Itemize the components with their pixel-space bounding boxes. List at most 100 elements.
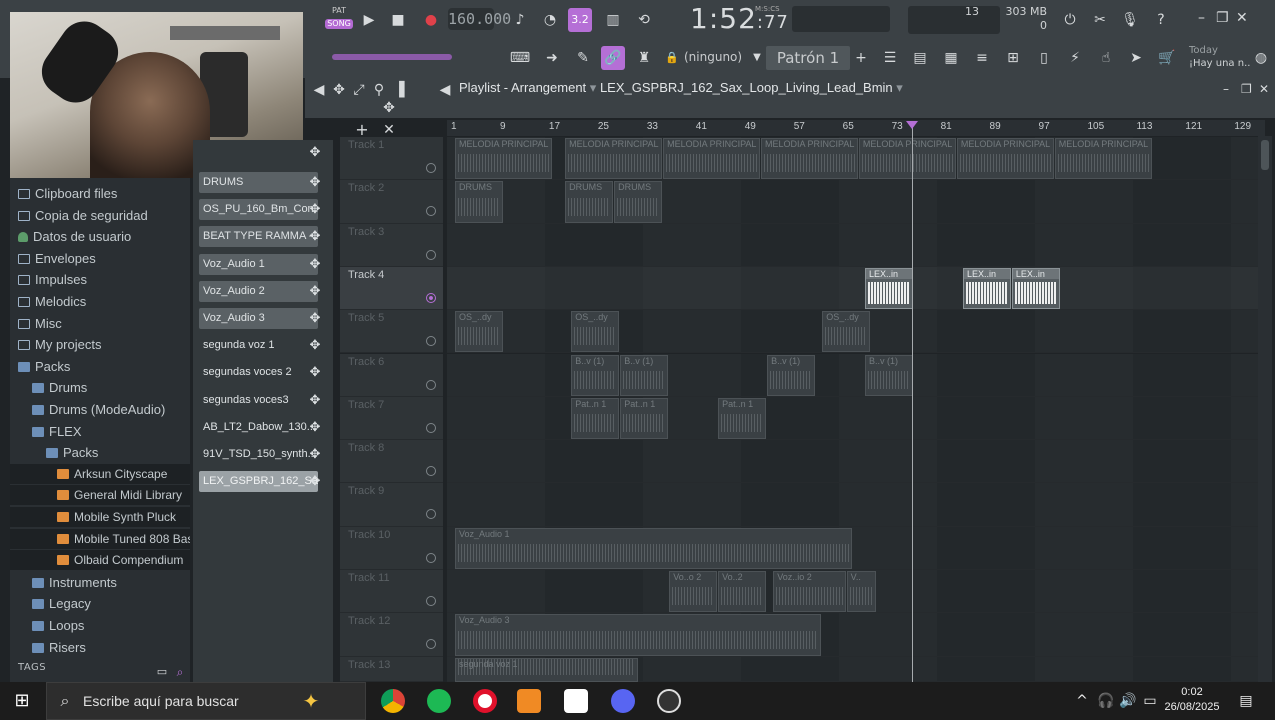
playlist-clip[interactable]: B..v (1) — [767, 354, 816, 396]
countdown-icon[interactable]: 3.2 — [568, 8, 592, 32]
picker-item[interactable]: Voz_Audio 2 — [199, 280, 318, 302]
drag-handle-icon[interactable]: ✥ — [305, 417, 325, 438]
track-header[interactable]: Track 13 — [340, 656, 443, 693]
playlist-clip[interactable]: LEX..in — [962, 267, 1011, 310]
channel-rack-icon[interactable]: ▦ — [939, 46, 963, 70]
playlist-clip[interactable]: MELODIA PRINCIPAL — [663, 138, 760, 180]
plugin-icon[interactable]: ⚡ — [1063, 46, 1087, 70]
cart-icon[interactable]: 🛒 — [1155, 46, 1179, 70]
drag-handle-icon[interactable]: ✥ — [305, 471, 325, 492]
globe-icon[interactable]: ◍ — [1249, 46, 1273, 70]
track-lane[interactable] — [447, 223, 1265, 267]
track-header[interactable]: Track 2 — [340, 180, 443, 224]
pencil-icon[interactable]: ✎ — [571, 46, 595, 70]
track-header[interactable]: Track 11 — [340, 570, 443, 614]
playlist-clip[interactable]: MELODIA PRINCIPAL — [565, 138, 663, 180]
help-icon[interactable]: ? — [1149, 8, 1173, 32]
playlist-clip[interactable]: OS_..dy — [571, 311, 620, 353]
playlist-clip[interactable]: MELODIA PRINCIPAL — [761, 138, 858, 180]
network-icon[interactable]: ▭ — [1138, 689, 1162, 713]
file-icon[interactable]: ▯ — [1032, 46, 1056, 70]
track-enable-led-icon[interactable] — [426, 552, 436, 563]
drag-handle-icon[interactable]: ✥ — [305, 172, 325, 193]
lock-icon[interactable]: 🔒 — [660, 46, 684, 70]
typing-keyboard-icon[interactable]: ⌨ — [508, 46, 532, 70]
track-header[interactable]: Track 5 — [340, 310, 443, 354]
browser-item[interactable]: Impulses — [18, 269, 190, 290]
playlist-clip[interactable]: Voz_Audio 1 — [455, 527, 852, 569]
track-header[interactable]: Track 7 — [340, 396, 443, 441]
track-header[interactable]: Track 4 — [340, 266, 443, 311]
snap-selector[interactable]: (ninguno) — [684, 50, 742, 64]
headset-icon[interactable]: 🎧 — [1094, 689, 1118, 713]
undo-history-icon[interactable]: ⏻ — [1058, 8, 1082, 32]
playhead-marker-icon[interactable] — [906, 121, 918, 129]
tempo-display[interactable]: 160.000 — [448, 8, 511, 30]
playlist-clip[interactable]: OS_..dy — [822, 311, 871, 353]
track-header[interactable]: Track 6 — [340, 353, 443, 397]
playlist-clip[interactable]: Pat..n 1 — [718, 397, 767, 440]
playlist-clip[interactable]: LEX..in — [865, 267, 913, 310]
playlist-clip[interactable]: DRUMS — [565, 181, 614, 223]
microphone-icon[interactable]: 🎙 — [1118, 8, 1142, 32]
vertical-scrollbar[interactable] — [1258, 136, 1272, 682]
drag-handle-icon[interactable]: ✥ — [305, 281, 325, 302]
playlist-clip[interactable]: MELODIA PRINCIPAL — [858, 138, 956, 180]
obs-icon[interactable] — [657, 689, 681, 713]
track-lane[interactable] — [447, 396, 1265, 441]
playlist-close-icon[interactable]: ✕ — [1259, 82, 1269, 96]
arrangement-icon[interactable]: ◀ — [433, 78, 457, 102]
browser-item[interactable]: Packs — [18, 356, 190, 377]
fl-studio-icon[interactable] — [517, 689, 541, 713]
taskbar-clock[interactable]: 0:02 26/08/2025 — [1163, 685, 1221, 715]
browser-item[interactable]: Olbaid Compendium — [10, 550, 190, 571]
maximize-icon[interactable]: ❐ — [1216, 10, 1229, 26]
picker-item[interactable]: BEAT TYPE RAMMA -.. — [199, 226, 318, 248]
browser-item[interactable]: Risers — [32, 637, 190, 658]
playlist-clip[interactable]: segunda voz 1 — [455, 657, 638, 682]
volume-icon[interactable]: 🔊 — [1116, 689, 1140, 713]
close-icon[interactable]: ✕ — [1236, 10, 1248, 26]
track-enable-led-icon[interactable] — [426, 639, 436, 650]
picker-item[interactable]: segundas voces 2 — [199, 362, 318, 383]
track-header[interactable]: Track 9 — [340, 483, 443, 527]
browser-item[interactable]: FLEX — [32, 421, 190, 442]
arrow-right-icon[interactable]: ➜ — [540, 46, 564, 70]
opera-icon[interactable] — [473, 689, 497, 713]
drag-handle-icon[interactable]: ✥ — [305, 199, 325, 220]
play-icon[interactable]: ▶ — [357, 8, 381, 32]
step-edit-icon[interactable]: ▥ — [601, 8, 625, 32]
playlist-clip[interactable]: Vo..o 2 — [669, 571, 718, 613]
track-enable-led-icon[interactable] — [426, 206, 436, 217]
track-lane[interactable] — [447, 353, 1265, 397]
stop-icon[interactable]: ■ — [386, 8, 410, 32]
browser-item[interactable]: Mobile Tuned 808 Bass — [10, 528, 190, 549]
playlist-clip[interactable]: DRUMS — [614, 181, 663, 223]
search-icon[interactable]: ⌕ — [168, 660, 192, 684]
playlist-clip[interactable]: V.. — [846, 571, 877, 613]
track-lane[interactable] — [447, 266, 1265, 311]
browser-item[interactable]: Drums — [32, 377, 190, 398]
piano-roll-icon[interactable]: ▤ — [908, 46, 932, 70]
drag-handle-icon[interactable]: ✥ — [305, 390, 325, 411]
browser-item[interactable]: Melodics — [18, 291, 190, 312]
browser-item[interactable]: Legacy — [32, 593, 190, 614]
browser-item[interactable]: Datos de usuario — [18, 226, 190, 247]
playlist-icon[interactable]: ☰ — [878, 46, 902, 70]
playlist-clip[interactable]: MELODIA PRINCIPAL — [956, 138, 1054, 180]
browser-tree-icon[interactable]: ⊞ — [1001, 46, 1025, 70]
picker-item[interactable]: AB_LT2_Dabow_130.. — [199, 417, 318, 438]
playlist-tool-icon[interactable]: ✥ — [377, 96, 401, 120]
playlist-clip[interactable]: DRUMS — [455, 181, 503, 223]
discord-icon[interactable] — [611, 689, 635, 713]
track-header[interactable]: Track 10 — [340, 526, 443, 570]
record-icon[interactable]: ● — [419, 8, 443, 32]
track-enable-led-icon[interactable] — [426, 509, 436, 520]
picker-item[interactable]: LEX_GSPBRJ_162_Sa.. — [199, 471, 318, 493]
notifications-icon[interactable]: ▤ — [1234, 689, 1258, 713]
picker-item[interactable]: Voz_Audio 1 — [199, 253, 318, 275]
pattern-selector[interactable]: Patrón 1 — [766, 46, 850, 70]
playlist-clip[interactable]: Vo..2 — [718, 571, 767, 613]
picker-item[interactable]: DRUMS — [199, 172, 318, 193]
drag-handle-icon[interactable]: ✥ — [305, 226, 325, 247]
